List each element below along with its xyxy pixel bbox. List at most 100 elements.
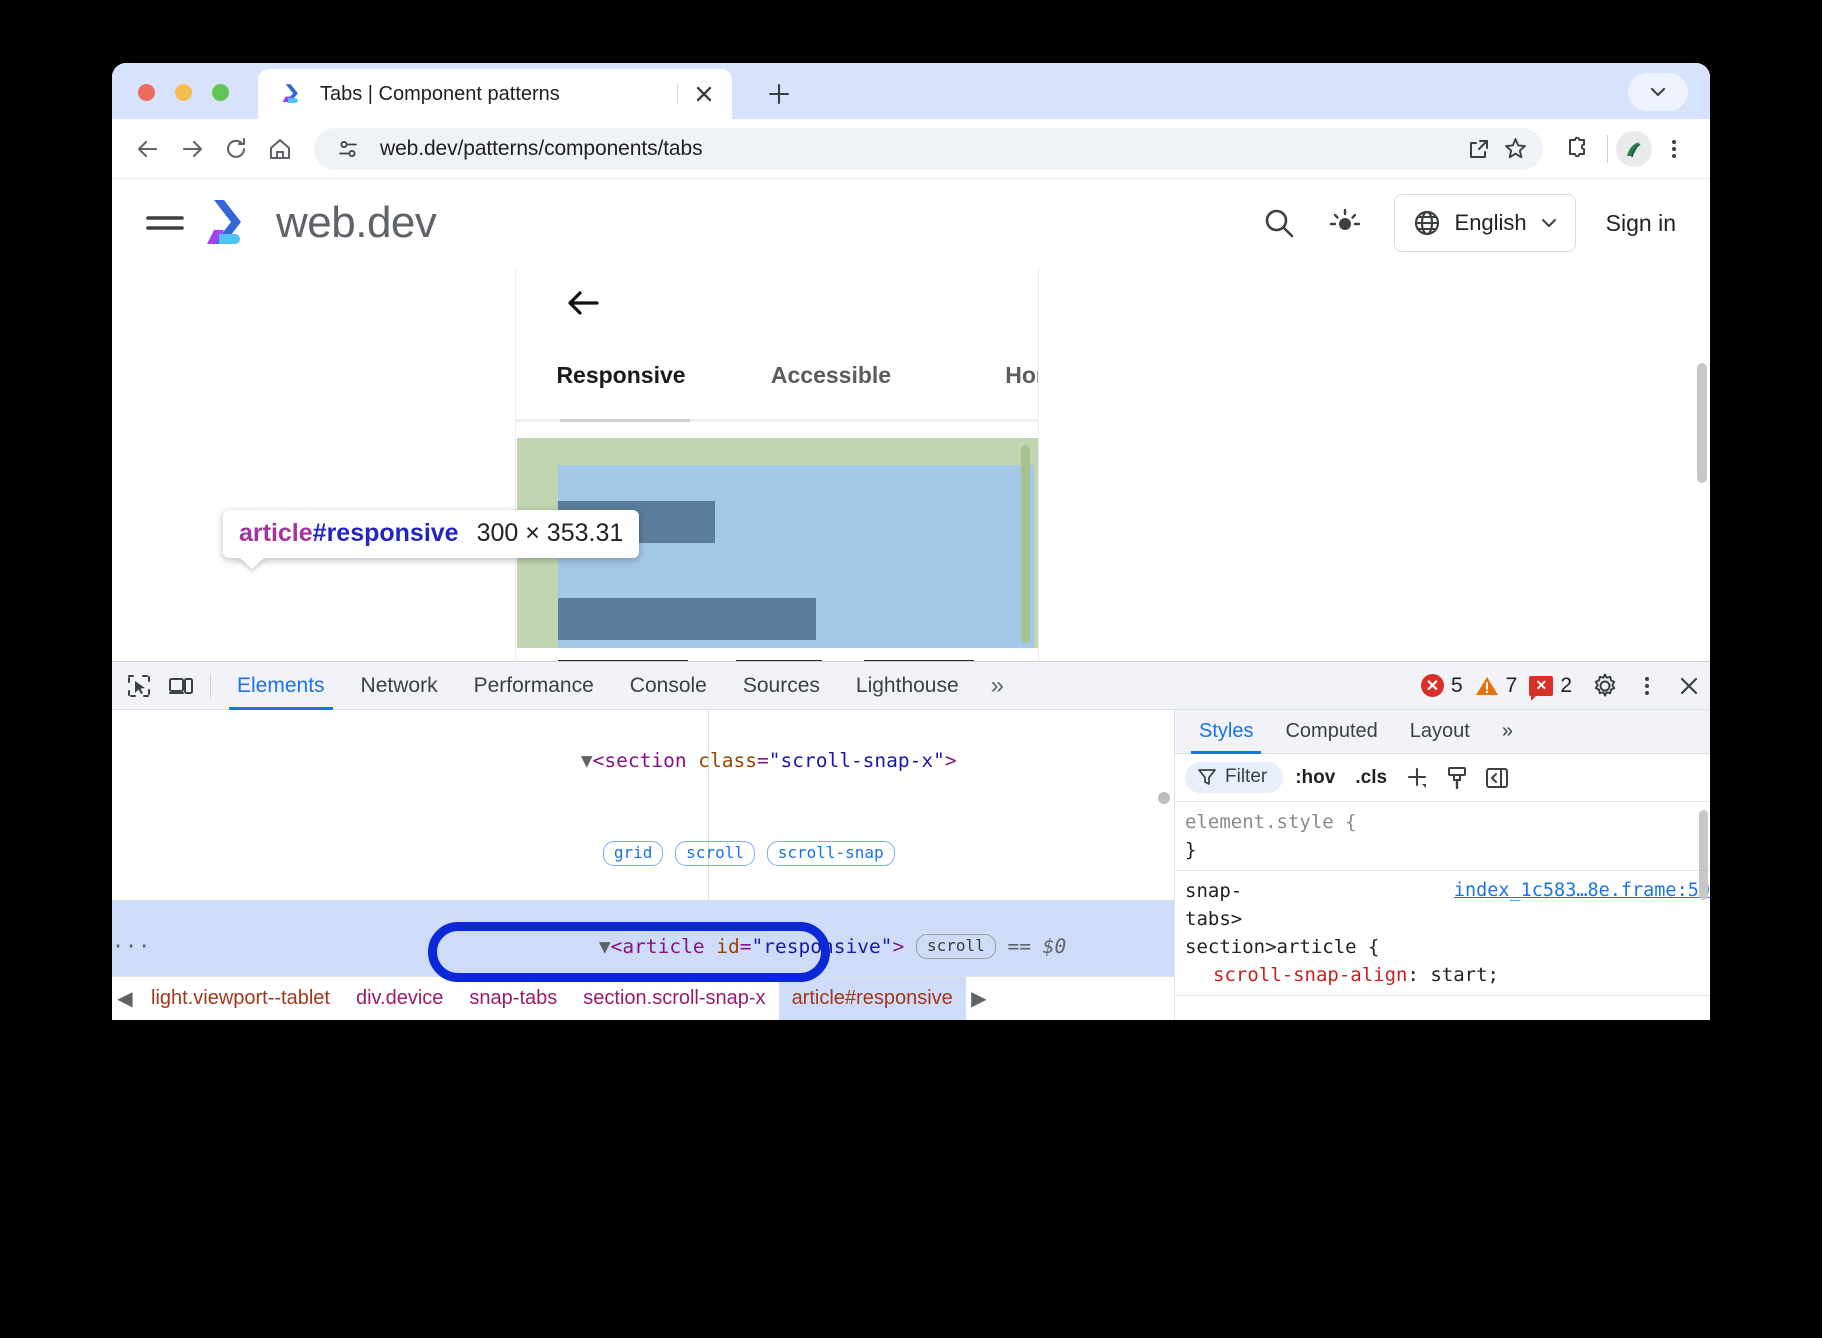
back-arrow-icon[interactable] xyxy=(126,127,170,171)
extensions-puzzle-icon[interactable] xyxy=(1555,127,1599,171)
profile-avatar[interactable] xyxy=(1616,131,1652,167)
styles-more-tabs-icon[interactable]: » xyxy=(1486,710,1529,754)
reload-icon[interactable] xyxy=(214,127,258,171)
language-selector[interactable]: English xyxy=(1394,194,1576,252)
badge-scroll-snap[interactable]: scroll-snap xyxy=(767,841,895,866)
styles-rules[interactable]: element.style { } snap- index_1c583…8e.f… xyxy=(1175,802,1710,1020)
three-dot-menu-icon[interactable] xyxy=(1626,665,1668,707)
tab-elements[interactable]: Elements xyxy=(219,662,343,710)
tab-console[interactable]: Console xyxy=(612,662,725,710)
badge-grid[interactable]: grid xyxy=(603,841,664,866)
tab-performance[interactable]: Performance xyxy=(456,662,612,710)
page-viewport: web.dev English Sign in Responsive xyxy=(112,179,1710,661)
tab-sources[interactable]: Sources xyxy=(725,662,838,710)
style-rule-selector-part2[interactable]: tabs> xyxy=(1185,905,1710,933)
toolbar-divider xyxy=(210,674,211,698)
snap-tab-accessible[interactable]: Accessible xyxy=(726,362,936,389)
tab-computed[interactable]: Computed xyxy=(1269,710,1393,754)
close-icon[interactable] xyxy=(1668,665,1710,707)
toggle-class-button[interactable]: .cls xyxy=(1347,767,1395,789)
styles-filter-input[interactable]: Filter xyxy=(1185,762,1283,793)
browser-tab[interactable]: Tabs | Component patterns xyxy=(258,69,732,119)
tab-lighthouse[interactable]: Lighthouse xyxy=(838,662,977,710)
warning-count[interactable]: 7 xyxy=(1475,674,1518,698)
search-icon[interactable] xyxy=(1254,198,1304,248)
address-bar[interactable]: web.dev/patterns/components/tabs xyxy=(314,128,1543,170)
three-dot-menu-icon[interactable] xyxy=(1652,127,1696,171)
dom-line-selected[interactable]: ···▼<article id="responsive"> scroll == … xyxy=(112,900,1174,976)
badge-scroll[interactable]: scroll xyxy=(675,841,755,866)
site-logo-text[interactable]: web.dev xyxy=(276,198,436,248)
device-frame: Responsive Accessible Horizo xyxy=(515,267,1039,661)
snap-tabs-list: Responsive Accessible Horizo xyxy=(516,362,1039,389)
breadcrumb: ◀ light.viewport--tablet div.device snap… xyxy=(112,976,1174,1020)
gear-icon[interactable] xyxy=(1584,665,1626,707)
minimize-window-button[interactable] xyxy=(175,84,192,101)
snap-tab-horizontal[interactable]: Horizo xyxy=(936,362,1039,389)
webdev-logo-icon[interactable] xyxy=(204,196,262,250)
style-rule-element-style[interactable]: element.style { } xyxy=(1175,802,1710,871)
breadcrumb-item-snap-tabs[interactable]: snap-tabs xyxy=(456,977,570,1021)
sign-in-link[interactable]: Sign in xyxy=(1606,210,1676,237)
breadcrumb-item-section[interactable]: section.scroll-snap-x xyxy=(570,977,778,1021)
styles-scrollbar[interactable] xyxy=(1699,810,1708,900)
more-tabs-icon[interactable]: » xyxy=(977,672,1018,700)
tab-styles[interactable]: Styles xyxy=(1183,710,1269,754)
style-rule-selector-part1[interactable]: snap- xyxy=(1185,877,1242,905)
toggle-hover-state-button[interactable]: :hov xyxy=(1287,767,1343,789)
breadcrumb-scroll-right[interactable]: ▶ xyxy=(966,977,992,1021)
home-icon[interactable] xyxy=(258,127,302,171)
dom-tree-pane: ▼<section class="scroll-snap-x"> grid sc… xyxy=(112,710,1175,1020)
chevron-down-icon xyxy=(1539,213,1559,233)
error-count[interactable]: ✕ 5 xyxy=(1421,674,1463,698)
share-icon[interactable] xyxy=(1461,131,1497,167)
close-icon[interactable] xyxy=(688,78,720,110)
star-icon[interactable] xyxy=(1497,131,1533,167)
style-rule-selector-part3[interactable]: section>article { xyxy=(1185,933,1710,961)
warning-icon xyxy=(1475,675,1499,697)
style-prop-name[interactable]: scroll-snap-align xyxy=(1213,964,1407,986)
device-toolbar-icon[interactable] xyxy=(160,665,202,707)
breadcrumb-item-device[interactable]: div.device xyxy=(343,977,456,1021)
close-window-button[interactable] xyxy=(138,84,155,101)
site-settings-icon[interactable] xyxy=(330,131,366,167)
breadcrumb-item-article[interactable]: article#responsive xyxy=(779,977,966,1021)
tooltip-element-id: #responsive xyxy=(313,519,459,547)
dom-tree-scrollbar[interactable] xyxy=(1158,792,1170,804)
style-declaration[interactable]: scroll-snap-align: start; xyxy=(1185,961,1710,989)
hamburger-menu-icon[interactable] xyxy=(142,200,188,246)
style-prop-value[interactable]: start; xyxy=(1430,964,1499,986)
expand-arrow-icon[interactable]: ▼ xyxy=(581,749,593,772)
snap-tab-indicator xyxy=(516,419,1039,422)
breadcrumb-scroll-left[interactable]: ◀ xyxy=(112,977,138,1021)
expand-arrow-icon[interactable]: ▼ xyxy=(599,935,611,958)
device-scrollbar[interactable] xyxy=(1021,445,1030,643)
devtools-panel: Elements Network Performance Console Sou… xyxy=(112,661,1710,1020)
placeholder-text-bar xyxy=(558,598,816,640)
dom-line[interactable]: ▼<section class="scroll-snap-x"> xyxy=(112,714,1174,807)
tab-search-button[interactable] xyxy=(1628,73,1688,111)
page-scrollbar[interactable] xyxy=(1697,363,1707,483)
dom-row-menu-icon[interactable]: ··· xyxy=(112,931,142,962)
message-count[interactable]: ✕ 2 xyxy=(1529,674,1572,698)
snap-tab-responsive[interactable]: Responsive xyxy=(516,362,726,389)
tab-layout[interactable]: Layout xyxy=(1394,710,1486,754)
style-rule-source-link[interactable]: index_1c583…8e.frame:50 xyxy=(1454,877,1710,905)
style-rule-selector[interactable]: element.style { xyxy=(1185,808,1710,836)
badge-scroll[interactable]: scroll xyxy=(916,934,996,959)
plus-icon[interactable] xyxy=(1399,760,1435,796)
maximize-window-button[interactable] xyxy=(212,84,229,101)
toggle-sidebar-icon[interactable] xyxy=(1479,760,1515,796)
paint-brush-icon[interactable] xyxy=(1439,760,1475,796)
dom-tree[interactable]: ▼<section class="scroll-snap-x"> grid sc… xyxy=(112,710,1174,976)
light-mode-sun-icon[interactable] xyxy=(1320,198,1370,248)
style-rule-snap-tabs[interactable]: snap- index_1c583…8e.frame:50 tabs> sect… xyxy=(1175,871,1710,996)
devtools-body: ▼<section class="scroll-snap-x"> grid sc… xyxy=(112,710,1710,1020)
tab-network[interactable]: Network xyxy=(343,662,456,710)
inspect-element-icon[interactable] xyxy=(118,665,160,707)
back-arrow-icon[interactable] xyxy=(563,283,603,323)
url-text[interactable]: web.dev/patterns/components/tabs xyxy=(380,137,1461,161)
breadcrumb-item-viewport[interactable]: light.viewport--tablet xyxy=(138,977,343,1021)
new-tab-button[interactable] xyxy=(760,75,798,113)
forward-arrow-icon[interactable] xyxy=(170,127,214,171)
